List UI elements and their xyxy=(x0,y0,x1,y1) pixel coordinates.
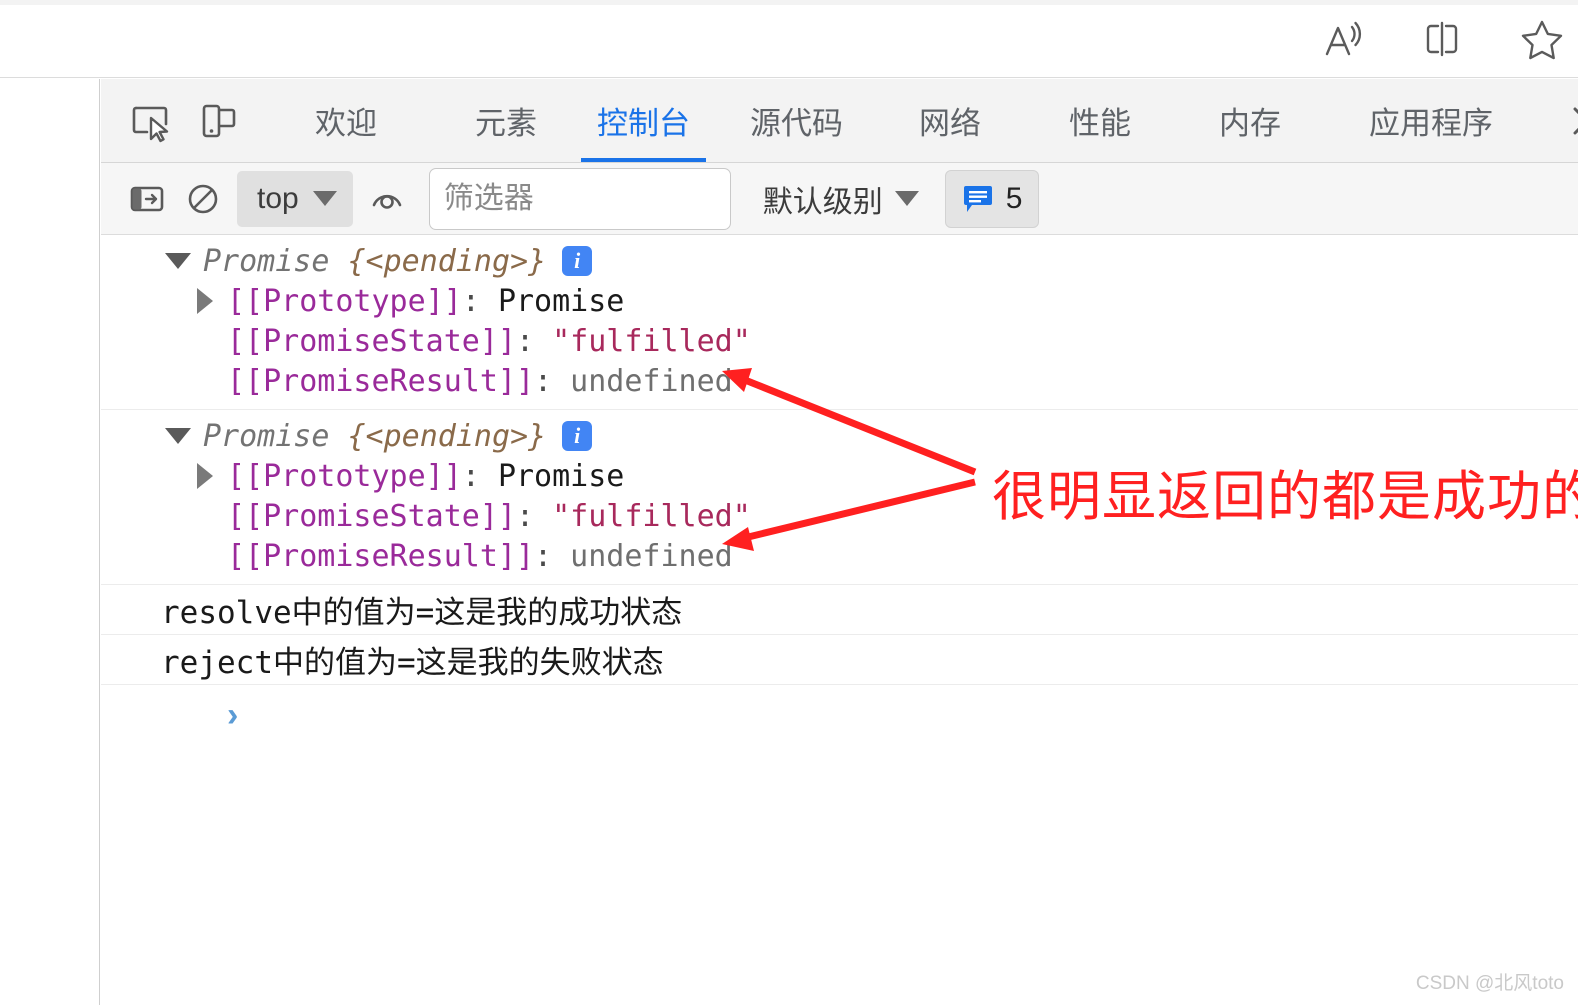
tab-elements[interactable]: 元素 xyxy=(445,79,567,162)
object-preview: Promise {<pending>} xyxy=(203,244,546,279)
device-toolbar-icon[interactable] xyxy=(187,90,249,152)
object-preview-state: {<pending>} xyxy=(347,418,547,454)
object-row-prototype[interactable]: [[Prototype]]: Promise xyxy=(101,281,1578,321)
tab-console-label: 控制台 xyxy=(597,106,690,141)
object-preview-state: {<pending>} xyxy=(347,243,547,279)
screenshot-root: 欢迎 元素 控制台 源代码 网络 性能 内存 应用程序 + xyxy=(0,0,1578,1005)
execution-context-selector[interactable]: top xyxy=(237,170,353,227)
console-entry-promise-1[interactable]: Promise {<pending>} i [[Prototype]]: Pro… xyxy=(101,235,1578,410)
expand-triangle-right-icon[interactable] xyxy=(197,463,213,489)
tab-sources[interactable]: 源代码 xyxy=(720,79,873,162)
object-row-promiseresult: [[PromiseResult]]: undefined xyxy=(101,361,1578,401)
chevron-down-icon xyxy=(894,191,919,206)
favorites-star-icon[interactable] xyxy=(1514,11,1570,67)
console-input-prompt[interactable]: › xyxy=(101,685,1578,745)
log-level-label: 默认级别 xyxy=(762,185,883,219)
message-count-value: 5 xyxy=(1005,181,1023,215)
tab-application-label: 应用程序 xyxy=(1369,106,1493,141)
property-separator: : xyxy=(515,323,553,359)
browser-tabstrip-edge xyxy=(0,0,1578,5)
split-screen-icon[interactable] xyxy=(1414,11,1470,67)
message-count-badge[interactable]: 5 xyxy=(944,169,1040,228)
live-expression-eye-icon[interactable] xyxy=(359,171,415,227)
annotation-text: 很明显返回的都是成功的 xyxy=(992,465,1578,528)
property-key: [[PromiseState]] xyxy=(227,498,516,534)
object-header[interactable]: Promise {<pending>} i xyxy=(101,241,1578,281)
property-separator: : xyxy=(534,538,571,574)
tab-network[interactable]: 网络 xyxy=(889,79,1011,162)
tab-memory-label: 内存 xyxy=(1219,106,1281,141)
console-toolbar: top 默认级别 xyxy=(101,163,1578,235)
console-entry-text-reject: reject中的值为=这是我的失败状态 xyxy=(101,635,1578,685)
tab-memory[interactable]: 内存 xyxy=(1189,79,1311,162)
info-icon[interactable]: i xyxy=(562,421,593,451)
property-separator: : xyxy=(515,498,553,534)
devtools-tab-list: 欢迎 元素 控制台 源代码 网络 性能 内存 应用程序 xyxy=(285,79,1523,162)
execution-context-label: top xyxy=(257,181,299,215)
property-value: undefined xyxy=(570,538,733,574)
tab-application[interactable]: 应用程序 xyxy=(1339,79,1523,162)
browser-action-icons xyxy=(1314,8,1570,70)
object-row-promisestate: [[PromiseState]]: "fulfilled" xyxy=(101,321,1578,361)
expand-triangle-down-icon[interactable] xyxy=(165,253,191,269)
property-key: [[PromiseResult]] xyxy=(227,363,535,399)
chevron-down-icon xyxy=(312,191,337,206)
tab-performance[interactable]: 性能 xyxy=(1039,79,1161,162)
property-key: [[Prototype]] xyxy=(227,458,462,494)
property-value: Promise xyxy=(497,458,625,494)
tab-welcome-label: 欢迎 xyxy=(315,106,377,141)
console-filter-input[interactable] xyxy=(443,181,716,216)
object-row-promiseresult: [[PromiseResult]]: undefined xyxy=(101,536,1578,576)
devtools-tabbar: 欢迎 元素 控制台 源代码 网络 性能 内存 应用程序 + xyxy=(101,79,1578,163)
property-value: undefined xyxy=(570,363,733,399)
log-level-selector[interactable]: 默认级别 xyxy=(763,177,919,221)
property-key: [[PromiseState]] xyxy=(227,323,516,359)
clear-console-icon[interactable] xyxy=(175,171,231,227)
tab-console[interactable]: 控制台 xyxy=(567,79,720,162)
object-ctor-name: Promise xyxy=(203,243,330,279)
more-tabs-chevron-icon[interactable] xyxy=(1561,79,1578,162)
expand-triangle-right-icon[interactable] xyxy=(197,288,213,314)
prompt-chevron-icon: › xyxy=(227,695,239,734)
property-value: Promise xyxy=(497,283,625,319)
console-text-message: resolve中的值为=这是我的成功状态 xyxy=(161,594,683,631)
console-sidebar-toggle-icon[interactable] xyxy=(119,171,175,227)
read-aloud-icon[interactable] xyxy=(1314,11,1370,67)
browser-toolbar xyxy=(0,0,1578,78)
property-separator: : xyxy=(461,283,498,319)
object-header[interactable]: Promise {<pending>} i xyxy=(101,416,1578,456)
expand-triangle-down-icon[interactable] xyxy=(165,428,191,444)
web-page-content-area xyxy=(0,79,100,1005)
property-key: [[Prototype]] xyxy=(227,283,462,319)
watermark: CSDN @北风toto xyxy=(1415,973,1564,994)
property-separator: : xyxy=(534,363,571,399)
tab-performance-label: 性能 xyxy=(1069,106,1131,141)
inspect-element-icon[interactable] xyxy=(119,90,181,152)
tab-welcome[interactable]: 欢迎 xyxy=(285,79,407,162)
object-ctor-name: Promise xyxy=(203,418,330,454)
console-text-message: reject中的值为=这是我的失败状态 xyxy=(161,644,664,681)
console-message-list: Promise {<pending>} i [[Prototype]]: Pro… xyxy=(101,235,1578,1005)
speech-bubble-icon xyxy=(962,185,994,213)
console-filter-box[interactable] xyxy=(428,167,731,230)
property-separator: : xyxy=(461,458,498,494)
tab-network-label: 网络 xyxy=(919,106,981,141)
tab-sources-label: 源代码 xyxy=(750,106,843,141)
console-entry-text-resolve: resolve中的值为=这是我的成功状态 xyxy=(101,585,1578,635)
property-value: "fulfilled" xyxy=(552,323,751,359)
devtools-panel: 欢迎 元素 控制台 源代码 网络 性能 内存 应用程序 + xyxy=(101,79,1578,1005)
property-value: "fulfilled" xyxy=(552,498,751,534)
property-key: [[PromiseResult]] xyxy=(227,538,535,574)
object-preview: Promise {<pending>} xyxy=(203,419,546,454)
info-icon[interactable]: i xyxy=(562,246,593,276)
tab-elements-label: 元素 xyxy=(475,106,537,141)
